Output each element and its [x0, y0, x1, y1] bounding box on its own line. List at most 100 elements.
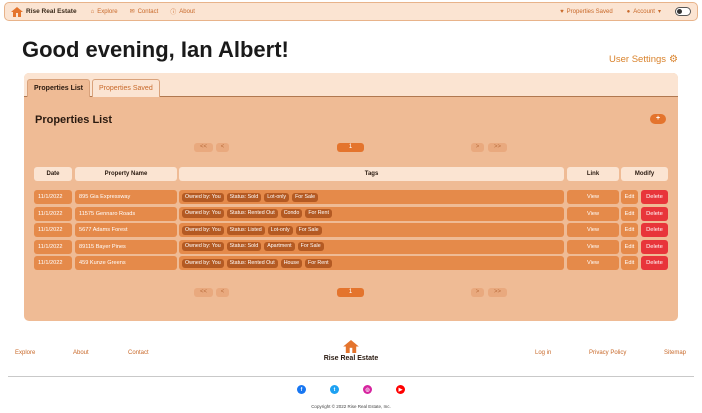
footer-about-link[interactable]: About [73, 350, 89, 356]
footer-brand-name: Rise Real Estate [323, 355, 379, 362]
delete-button[interactable]: Delete [641, 239, 668, 254]
table-row: 11/1/2022 5677 Adams Forest Owned by: You S… [34, 223, 668, 237]
tag-badge: Owned by: You [182, 258, 224, 268]
tag-badge: Status: Listed [226, 225, 265, 235]
nav-explore-label: Explore [97, 8, 118, 15]
facebook-glyph: f [300, 386, 303, 393]
twitter-icon[interactable]: t [330, 385, 339, 394]
tag-badge: Owned by: You [182, 209, 224, 218]
table-header: Date Property Name Tags Link Modify [34, 167, 668, 181]
brand-logo[interactable]: Rise Real Estate [11, 6, 77, 17]
house-icon: ⌂ [90, 8, 95, 15]
current-page-button[interactable]: 1 [337, 143, 364, 152]
info-icon: ⓘ [170, 10, 177, 16]
cell-property-name: 11575 Gennaro Roads [75, 206, 177, 221]
edit-button[interactable]: Edit [621, 206, 638, 221]
view-button[interactable]: View [567, 256, 619, 270]
tag-badge: Status: Sold [226, 192, 262, 202]
nav-saved-label: Properties Saved [566, 8, 613, 15]
first-page-button[interactable]: << [194, 143, 213, 152]
last-page-button[interactable]: >> [488, 288, 507, 297]
header-modify: Modify [621, 167, 668, 181]
tag-badge: House [280, 258, 303, 268]
tag-badge: Lot-only [264, 192, 290, 202]
footer-login-link[interactable]: Log in [535, 350, 551, 356]
tag-badge: For Sale [295, 225, 322, 235]
footer-contact-link[interactable]: Contact [128, 350, 149, 356]
tag-badge: Lot-only [267, 225, 293, 235]
chevron-down-icon: ▾ [657, 9, 661, 15]
view-button[interactable]: View [567, 223, 619, 237]
nav-contact[interactable]: ✉ Contact [130, 8, 159, 16]
current-page-button[interactable]: 1 [337, 288, 364, 297]
nav-account[interactable]: ● Account ▾ [626, 8, 661, 16]
tabs: Properties List Properties Saved [27, 79, 160, 97]
cell-tags: Owned by: You Status: Listed Lot-only For S… [179, 223, 564, 237]
cell-date: 11/1/2022 [34, 223, 72, 237]
tag-badge: Condo [280, 209, 303, 218]
user-settings-link[interactable]: User Settings ⚙ [609, 54, 678, 65]
section-title: Properties List [35, 114, 113, 126]
tab-properties-list[interactable]: Properties List [27, 79, 91, 97]
nav-about[interactable]: ⓘ About [170, 7, 195, 17]
tag-badge: Owned by: You [182, 242, 224, 251]
footer-explore-link[interactable]: Explore [15, 350, 35, 356]
tag-badge: Apartment [264, 242, 295, 251]
gear-icon: ⚙ [669, 54, 678, 65]
twitter-glyph: t [333, 386, 336, 393]
next-page-button[interactable]: > [471, 143, 484, 152]
prev-page-button[interactable]: < [216, 143, 229, 152]
table-row: 11/1/2022 459 Kunze Greens Owned by: You St… [34, 256, 668, 270]
table-row: 11/1/2022 89115 Bayer Pines Owned by: You S… [34, 239, 668, 254]
delete-button[interactable]: Delete [641, 223, 668, 237]
delete-button[interactable]: Delete [641, 206, 668, 221]
edit-button[interactable]: Edit [621, 223, 638, 237]
instagram-glyph: ◎ [365, 386, 370, 393]
theme-toggle[interactable] [675, 7, 691, 16]
top-navbar: Rise Real Estate ⌂ Explore ✉ Contact ⓘ A… [4, 2, 698, 21]
first-page-button[interactable]: << [194, 288, 213, 297]
tab-properties-saved[interactable]: Properties Saved [92, 79, 160, 97]
header-property-name: Property Name [75, 167, 177, 181]
edit-button[interactable]: Edit [621, 256, 638, 270]
brand-name: Rise Real Estate [26, 8, 77, 15]
cell-property-name: 459 Kunze Greens [75, 256, 177, 270]
footer-privacy-link[interactable]: Privacy Policy [589, 350, 626, 356]
nav-contact-label: Contact [137, 8, 159, 15]
footer-divider [8, 376, 694, 377]
edit-button[interactable]: Edit [621, 190, 638, 204]
tag-badge: Owned by: You [182, 225, 224, 235]
next-page-button[interactable]: > [471, 288, 484, 297]
view-button[interactable]: View [567, 190, 619, 204]
footer-brand[interactable]: Rise Real Estate [318, 340, 384, 362]
user-icon: ● [626, 8, 631, 15]
view-button[interactable]: View [567, 239, 619, 254]
nav-properties-saved[interactable]: ♥ Properties Saved [560, 9, 613, 15]
prev-page-button[interactable]: < [216, 288, 229, 297]
tag-badge: For Sale [292, 192, 319, 202]
tag-badge: Status: Rented Out [226, 258, 278, 268]
cell-date: 11/1/2022 [34, 206, 72, 221]
tag-badge: Status: Sold [226, 242, 262, 251]
instagram-icon[interactable]: ◎ [363, 385, 372, 394]
add-property-button[interactable]: + [650, 114, 666, 124]
delete-button[interactable]: Delete [641, 190, 668, 204]
cell-date: 11/1/2022 [34, 256, 72, 270]
delete-button[interactable]: Delete [641, 256, 668, 270]
cell-date: 11/1/2022 [34, 239, 72, 254]
cell-property-name: 5677 Adams Forest [75, 223, 177, 237]
nav-explore[interactable]: ⌂ Explore [91, 9, 118, 15]
youtube-icon[interactable]: ▶ [396, 385, 405, 394]
edit-button[interactable]: Edit [621, 239, 638, 254]
user-settings-label: User Settings [609, 54, 667, 65]
youtube-glyph: ▶ [398, 386, 403, 393]
pagination-bottom: << < 1 > >> [194, 288, 509, 298]
copyright-text: Copyright © 2022 Rise Real Estate, Inc. [311, 404, 391, 409]
tag-badge: Owned by: You [182, 192, 224, 202]
footer-sitemap-link[interactable]: Sitemap [664, 350, 686, 356]
cell-date: 11/1/2022 [34, 190, 72, 204]
facebook-icon[interactable]: f [297, 385, 306, 394]
view-button[interactable]: View [567, 206, 619, 221]
last-page-button[interactable]: >> [488, 143, 507, 152]
tag-badge: For Rent [305, 258, 332, 268]
